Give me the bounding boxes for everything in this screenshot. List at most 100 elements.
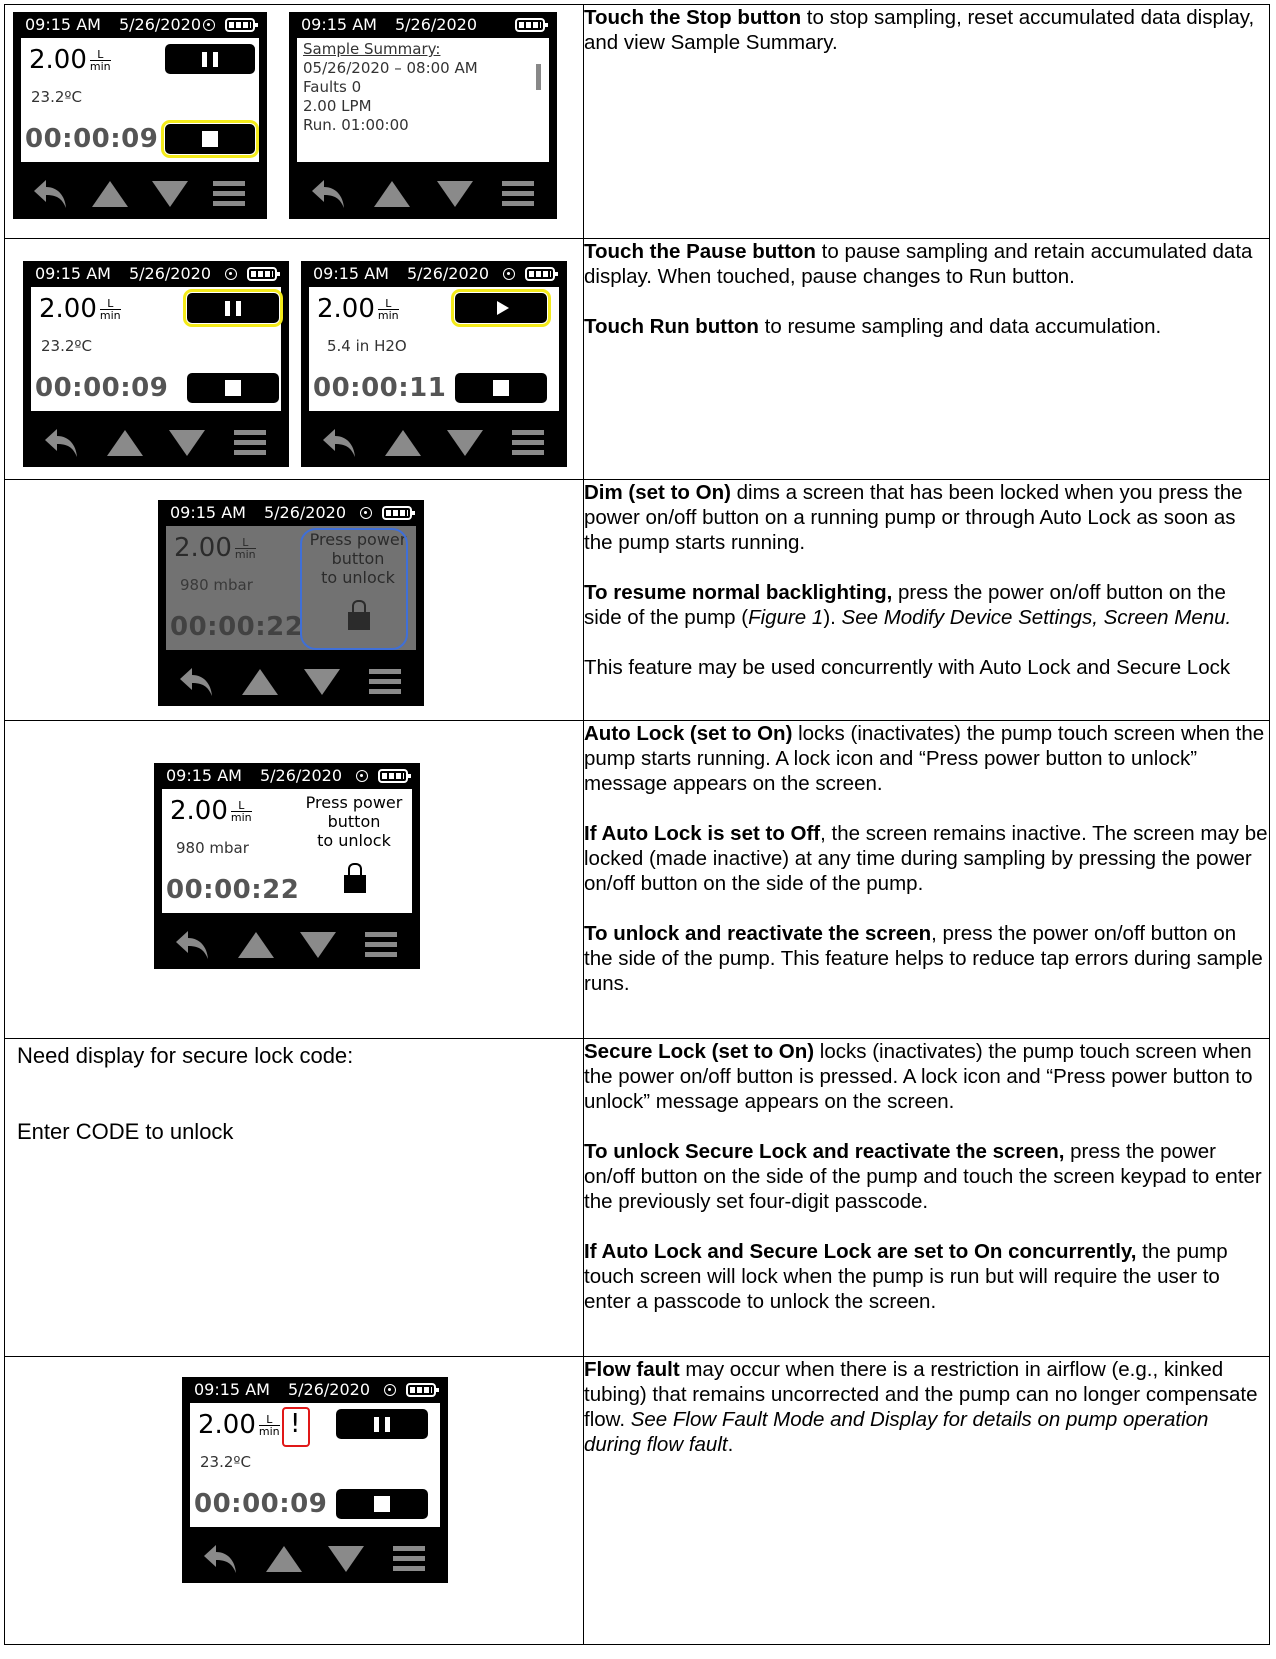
menu-icon[interactable] — [378, 1531, 441, 1587]
down-arrow-icon[interactable] — [156, 415, 219, 471]
description-cell: Touch the Stop button to stop sampling, … — [583, 4, 1270, 239]
flow-value: 2.00 — [198, 1410, 256, 1440]
gps-icon — [203, 19, 215, 31]
nav-bar — [162, 917, 412, 973]
up-arrow-icon[interactable] — [360, 166, 423, 222]
scrollbar[interactable] — [536, 64, 541, 90]
back-icon[interactable] — [166, 654, 229, 710]
description-cell: Flow fault may occur when there is a res… — [583, 1356, 1270, 1645]
timer-readout: 00:00:11 — [313, 373, 447, 403]
back-icon[interactable] — [21, 166, 81, 222]
time-label: 09:15 AM — [194, 1380, 270, 1399]
menu-icon[interactable] — [354, 654, 417, 710]
image-cell: 09:15 AM 5/26/2020 2.00 Lmin 23.2ºC 00:00:… — [4, 4, 584, 239]
stop-button[interactable] — [455, 373, 547, 403]
screen: 2.00 Lmin 23.2ºC 00:00:09 — [31, 287, 283, 411]
time-label: 09:15 AM — [166, 766, 242, 785]
battery-icon — [382, 506, 415, 520]
pause-button[interactable] — [336, 1409, 428, 1439]
battery-icon — [247, 267, 280, 281]
flow-unit: Lmin — [258, 1413, 280, 1438]
down-arrow-icon[interactable] — [140, 166, 200, 222]
stop-button[interactable] — [161, 120, 259, 158]
status-bar: 09:15 AM 5/26/2020 — [194, 1379, 440, 1401]
up-arrow-icon[interactable] — [81, 166, 141, 222]
back-icon[interactable] — [297, 166, 360, 222]
stop-button[interactable] — [187, 373, 279, 403]
summary-runtime: Run. 01:00:00 — [303, 116, 409, 134]
date-label: 5/26/2020 — [287, 1380, 370, 1399]
table-row: 09:15 AM 5/26/2020 2.00 Lmin 23.2ºC 00:00:… — [4, 4, 1270, 239]
flow-unit: Lmin — [377, 297, 399, 322]
pause-button[interactable] — [183, 289, 283, 327]
back-icon[interactable] — [190, 1531, 253, 1587]
description-cell: Secure Lock (set to On) locks (inactivat… — [583, 1038, 1270, 1357]
down-arrow-icon[interactable] — [423, 166, 486, 222]
pump-display-dimmed: 09:15 AM5/26/2020 2.00Lmin 980 mbar 00:0… — [158, 500, 424, 706]
date-label: 5/26/2020 — [118, 15, 201, 34]
description-cell: Dim (set to On) dims a screen that has b… — [583, 479, 1270, 721]
paragraph: If Auto Lock and Secure Lock are set to … — [584, 1240, 1228, 1313]
flow-rate: 2.00Lmin — [198, 1409, 280, 1441]
flow-rate: 2.00Lmin — [39, 293, 121, 325]
timer-readout: 00:00:09 — [25, 124, 159, 154]
up-arrow-icon[interactable] — [253, 1531, 316, 1587]
text-cell: Need display for secure lock code: Enter… — [4, 1038, 584, 1357]
battery-icon — [515, 18, 548, 32]
table-row: Need display for secure lock code: Enter… — [4, 1038, 1270, 1357]
date-label: 5/26/2020 — [263, 503, 346, 522]
temperature-readout: 23.2ºC — [31, 88, 82, 106]
flow-rate: 2.00Lmin — [317, 293, 399, 325]
back-icon[interactable] — [162, 917, 225, 973]
up-arrow-icon[interactable] — [372, 415, 435, 471]
paragraph: To resume normal backlighting, press the… — [584, 581, 1232, 629]
stop-button[interactable] — [336, 1489, 428, 1519]
pressure-readout: 5.4 in H2O — [327, 337, 407, 355]
down-arrow-icon[interactable] — [434, 415, 497, 471]
nav-bar — [190, 1531, 440, 1587]
date-label: 5/26/2020 — [259, 766, 342, 785]
image-cell: 09:15 AM5/26/2020 2.00Lmin 980 mbar 00:0… — [4, 479, 584, 721]
menu-icon[interactable] — [497, 415, 560, 471]
up-arrow-icon[interactable] — [225, 917, 288, 973]
back-icon[interactable] — [309, 415, 372, 471]
timer-readout: 00:00:22 — [166, 875, 300, 905]
summary-faults: Faults 0 — [303, 78, 362, 96]
menu-icon[interactable] — [486, 166, 549, 222]
description-cell: Auto Lock (set to On) locks (inactivates… — [583, 720, 1270, 1039]
down-arrow-icon[interactable] — [291, 654, 354, 710]
menu-icon[interactable] — [200, 166, 260, 222]
pressure-readout: 980 mbar — [176, 839, 249, 857]
pause-button[interactable] — [165, 44, 255, 74]
time-label: 09:15 AM — [35, 264, 111, 283]
paragraph: Touch Run button to resume sampling and … — [584, 315, 1162, 338]
table-row: 09:15 AM5/26/2020 2.00Lmin 980 mbar 00:0… — [4, 720, 1270, 1039]
paragraph: To unlock Secure Lock and reactivate the… — [584, 1140, 1262, 1213]
run-button[interactable] — [451, 289, 551, 327]
menu-icon[interactable] — [350, 917, 413, 973]
lock-icon — [344, 863, 366, 893]
gps-icon — [503, 268, 515, 280]
gps-icon — [360, 507, 372, 519]
summary-date: 05/26/2020 – 08:00 AM — [303, 59, 478, 77]
menu-icon[interactable] — [219, 415, 282, 471]
paragraph: Dim (set to On) dims a screen that has b… — [584, 481, 1243, 554]
back-icon[interactable] — [31, 415, 94, 471]
image-cell: 09:15 AM 5/26/2020 2.00 Lmin 23.2ºC 00:00:… — [4, 238, 584, 480]
status-bar: 09:15 AM 5/26/2020 — [170, 502, 416, 524]
nav-bar — [31, 415, 281, 471]
down-arrow-icon[interactable] — [287, 917, 350, 973]
battery-icon — [378, 769, 411, 783]
screen: 2.00 Lmin ! 23.2ºC 00:00:09 — [190, 1403, 440, 1527]
down-arrow-icon[interactable] — [315, 1531, 378, 1587]
status-bar: 09:15 AM 5/26/2020 — [35, 263, 281, 285]
image-cell: 09:15 AM5/26/2020 2.00Lmin 980 mbar 00:0… — [4, 720, 584, 1039]
paragraph: To unlock and reactivate the screen, pre… — [584, 922, 1263, 995]
table-row: 09:15 AM5/26/2020 2.00Lmin 980 mbar 00:0… — [4, 479, 1270, 721]
up-arrow-icon[interactable] — [229, 654, 292, 710]
screen: Sample Summary: 05/26/2020 – 08:00 AM Fa… — [297, 38, 549, 162]
paragraph: Touch the Pause button to pause sampling… — [584, 240, 1253, 288]
up-arrow-icon[interactable] — [94, 415, 157, 471]
highlight-box — [282, 1407, 310, 1447]
timer-readout: 00:00:09 — [35, 373, 169, 403]
